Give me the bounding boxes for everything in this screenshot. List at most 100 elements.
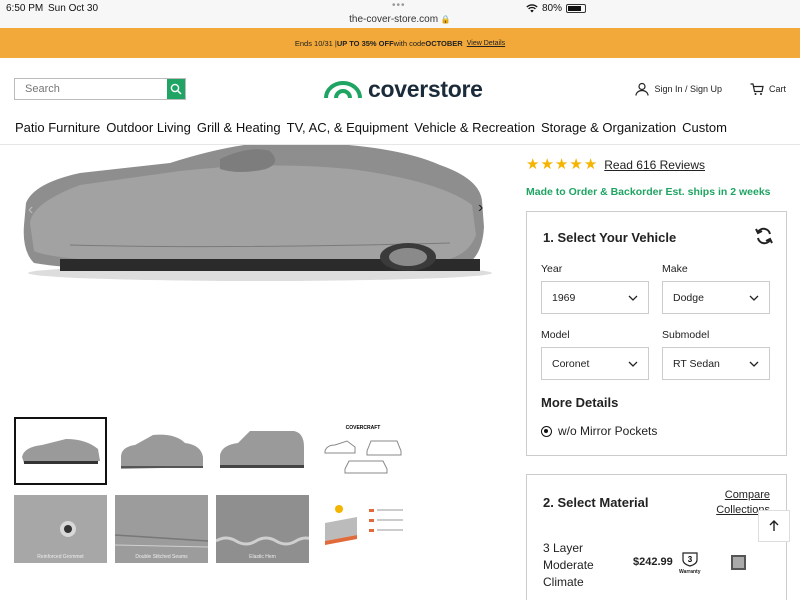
material-name-line-1: 3 Layer: [543, 541, 584, 555]
address-bar[interactable]: the-cover-store.com 🔒: [0, 14, 800, 25]
star-icon: ★: [554, 156, 569, 173]
logo-mark-icon: [324, 80, 362, 98]
reset-icon[interactable]: [754, 226, 774, 246]
product-hero-image[interactable]: ‹ ›: [20, 143, 500, 425]
search-icon: [170, 83, 182, 95]
chevron-down-icon: [749, 361, 759, 367]
promo-prefix: Ends 10/31 |: [294, 38, 337, 48]
year-value: 1969: [552, 291, 576, 304]
rating-stars: ★ ★ ★ ★ ★ Read 616 Reviews: [526, 157, 705, 172]
search-input[interactable]: [15, 79, 167, 99]
user-icon: [635, 82, 650, 96]
material-price: $242.99: [633, 556, 673, 568]
make-value: Dodge: [673, 291, 704, 304]
reviews-link[interactable]: Read 616 Reviews: [604, 158, 705, 172]
chevron-down-icon: [628, 295, 638, 301]
status-bar: 6:50 PM Sun Oct 30 ••• the-cover-store.c…: [0, 0, 800, 28]
thumb-brand-label: COVERCRAFT: [346, 425, 381, 431]
nav-item-patio-furniture[interactable]: Patio Furniture: [15, 120, 100, 144]
star-icon: ★: [583, 156, 598, 173]
nav-item-grill-heating[interactable]: Grill & Heating: [197, 120, 281, 144]
warranty-badge: 3 Warranty: [679, 551, 701, 575]
cart-link[interactable]: Cart: [750, 82, 786, 96]
nav-item-outdoor-living[interactable]: Outdoor Living: [106, 120, 191, 144]
model-value: Coronet: [552, 357, 590, 370]
promo-highlight: UP TO 35% OFF: [336, 38, 394, 48]
star-icon: ★: [540, 156, 554, 173]
thumb-car-image: [22, 439, 100, 464]
sign-in-label: Sign In / Sign Up: [654, 84, 722, 94]
submodel-select[interactable]: RT Sedan: [662, 347, 770, 380]
status-date: Sun Oct 30: [48, 3, 99, 14]
thumb-sedan-image: [121, 434, 203, 469]
thumbnail-8[interactable]: [317, 495, 410, 563]
thumb-suv-image: [220, 431, 304, 468]
chevron-down-icon: [628, 361, 638, 367]
nav-item-custom[interactable]: Custom: [682, 120, 727, 144]
radio-selected-icon: [541, 425, 552, 437]
make-select[interactable]: Dodge: [662, 281, 770, 314]
more-details-heading: More Details: [541, 395, 619, 410]
site-logo[interactable]: coverstore: [324, 76, 483, 103]
battery-icon: [566, 4, 587, 13]
lock-icon: 🔒: [440, 15, 451, 24]
site-header: coverstore Sign In / Sign Up Cart: [0, 58, 800, 120]
year-select[interactable]: 1969: [541, 281, 649, 314]
mirror-pockets-label: w/o Mirror Pockets: [558, 424, 658, 438]
thumb-label-hem: Elastic Hem: [249, 554, 276, 560]
thumbnail-5[interactable]: Reinforced Grommet: [14, 495, 107, 563]
status-right: 80%: [526, 3, 796, 14]
thumbnail-3[interactable]: [216, 417, 309, 485]
year-field: Year 1969: [541, 263, 649, 314]
scroll-to-top-button[interactable]: [758, 510, 790, 542]
next-image-arrow[interactable]: ›: [478, 199, 483, 217]
chevron-down-icon: [749, 295, 759, 301]
material-select-checkbox[interactable]: [731, 555, 746, 570]
thumbnail-6[interactable]: Double Stitched Seams: [115, 495, 208, 563]
search-box: [14, 78, 186, 100]
make-field: Make Dodge: [662, 263, 770, 314]
warranty-shield-icon: 3: [682, 552, 698, 567]
material-title: 2. Select Material: [543, 495, 649, 510]
seam-texture-icon: [115, 534, 208, 548]
prev-image-arrow[interactable]: ‹: [28, 201, 33, 219]
submodel-value: RT Sedan: [673, 357, 720, 370]
cart-label: Cart: [768, 84, 786, 94]
nav-item-storage-organization[interactable]: Storage & Organization: [541, 120, 676, 144]
make-label: Make: [662, 263, 688, 275]
promo-middle: with code: [393, 38, 426, 48]
thumbnail-1[interactable]: [14, 417, 107, 485]
nav-item-tv-ac-equipment[interactable]: TV, AC, & Equipment: [287, 120, 409, 144]
thumbnail-2[interactable]: [115, 417, 208, 485]
promo-code: OCTOBER: [425, 38, 463, 48]
product-page: ‹ › COVERCRAFT Reinforced Grommet Double…: [0, 143, 800, 600]
promo-banner: Ends 10/31 | UP TO 35% OFF with code OCT…: [0, 28, 800, 58]
thumb-fit-chart-image: COVERCRAFT: [324, 425, 402, 474]
submodel-field: Submodel RT Sedan: [662, 329, 770, 380]
shipping-note: Made to Order & Backorder Est. ships in …: [526, 186, 771, 198]
vehicle-title: 1. Select Your Vehicle: [543, 230, 677, 245]
grommet-icon: [60, 521, 76, 537]
thumb-label-seams: Double Stitched Seams: [135, 554, 188, 560]
mirror-pockets-option[interactable]: w/o Mirror Pockets: [541, 424, 657, 438]
header-account: Sign In / Sign Up Cart: [635, 82, 786, 96]
material-name: 3 Layer Moderate Climate: [543, 540, 623, 591]
material-name-line-3: Climate: [543, 575, 584, 589]
year-label: Year: [541, 263, 563, 275]
nav-item-vehicle-recreation[interactable]: Vehicle & Recreation: [414, 120, 535, 144]
model-select[interactable]: Coronet: [541, 347, 649, 380]
elastic-hem-icon: [216, 536, 309, 546]
sign-in-link[interactable]: Sign In / Sign Up: [635, 82, 722, 96]
thumbnail-7[interactable]: Elastic Hem: [216, 495, 309, 563]
submodel-label: Submodel: [662, 329, 710, 341]
more-dots-icon[interactable]: •••: [392, 0, 406, 11]
arrow-up-icon: [769, 520, 779, 531]
model-label: Model: [541, 329, 570, 341]
search-button[interactable]: [167, 79, 185, 99]
status-time: 6:50 PM: [6, 3, 44, 14]
view-details-link[interactable]: View Details: [467, 40, 505, 47]
model-field: Model Coronet: [541, 329, 649, 380]
logo-text: coverstore: [368, 76, 483, 102]
thumbnail-4[interactable]: COVERCRAFT: [317, 417, 410, 485]
main-nav: Patio Furniture Outdoor Living Grill & H…: [0, 120, 800, 144]
